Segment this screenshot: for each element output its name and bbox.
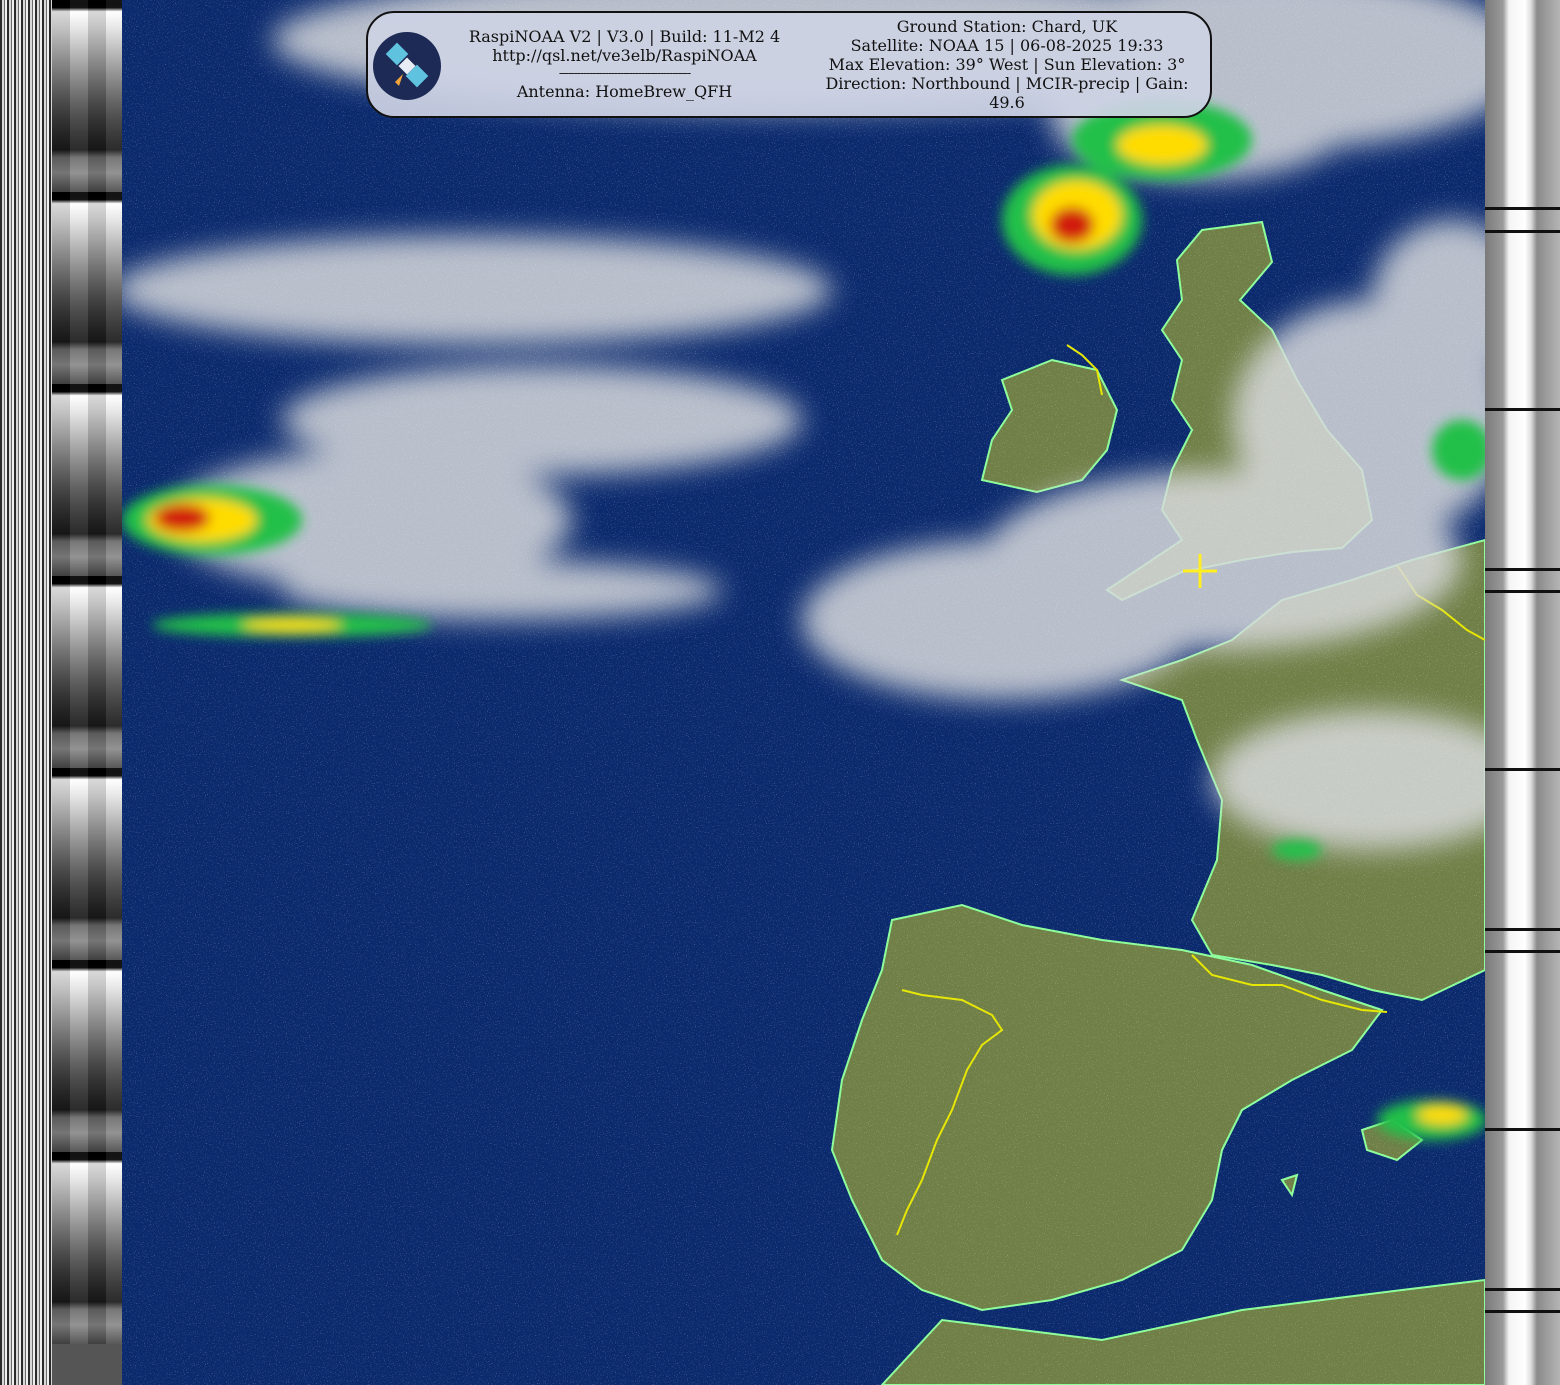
calibration-wedge <box>52 0 122 192</box>
project-url: http://qsl.net/ve3elb/RaspiNOAA <box>492 46 757 65</box>
satellite-image <box>122 0 1485 1385</box>
telemetry-tick <box>1485 950 1560 953</box>
telemetry-tick <box>1485 1288 1560 1291</box>
telemetry-tick <box>1485 408 1560 411</box>
calibration-wedge <box>52 576 122 768</box>
satellite-icon <box>373 32 441 100</box>
telemetry-tick <box>1485 568 1560 571</box>
telemetry-tick <box>1485 768 1560 771</box>
ground-station: Ground Station: Chard, UK <box>896 17 1118 36</box>
noise-overlay <box>122 0 1485 1385</box>
separator: ----------------------------------------… <box>558 66 691 80</box>
telemetry-tick <box>1485 928 1560 931</box>
calibration-wedge <box>52 384 122 576</box>
direction-info: Direction: Northbound | MCIR-precip | Ga… <box>825 74 1189 112</box>
antenna-info: Antenna: HomeBrew_QFH <box>516 82 733 101</box>
elevation-info: Max Elevation: 39° West | Sun Elevation:… <box>828 55 1186 74</box>
calibration-wedge <box>52 192 122 384</box>
calibration-wedge <box>52 1152 122 1344</box>
telemetry-tick <box>1485 230 1560 233</box>
calibration-wedges-left <box>52 0 122 1385</box>
telemetry-tick <box>1485 1310 1560 1313</box>
calibration-wedge <box>52 960 122 1152</box>
telemetry-strip-left <box>0 0 52 1385</box>
telemetry-tick <box>1485 590 1560 593</box>
software-info: RaspiNOAA V2 | V3.0 | Build: 11-M2 4 htt… <box>452 27 797 101</box>
telemetry-tick <box>1485 207 1560 210</box>
pass-info: Ground Station: Chard, UK Satellite: NOA… <box>812 17 1202 112</box>
calibration-wedge <box>52 768 122 960</box>
satellite-pass: Satellite: NOAA 15 | 06-08-2025 19:33 <box>850 36 1164 55</box>
telemetry-tick <box>1485 1128 1560 1131</box>
software-version: RaspiNOAA V2 | V3.0 | Build: 11-M2 4 <box>468 27 781 46</box>
